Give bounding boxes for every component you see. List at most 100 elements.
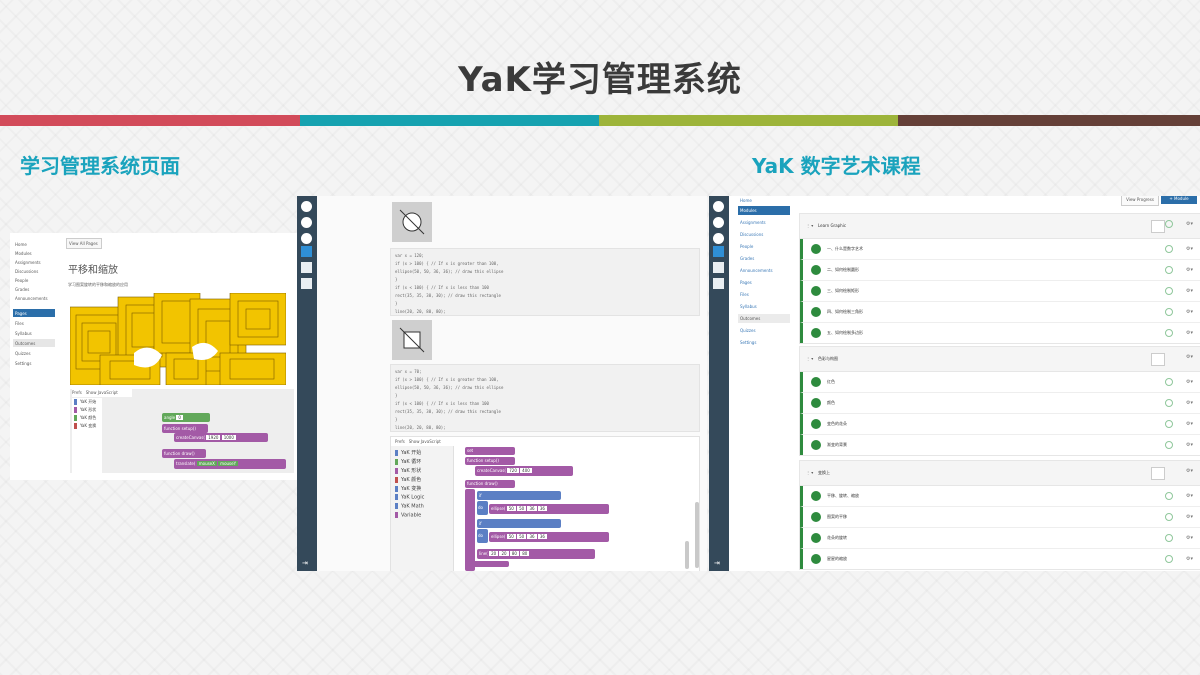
nav-modules[interactable]: Modules xyxy=(738,206,790,215)
ellipse2-w-value[interactable]: 36 xyxy=(527,534,537,539)
category-variable[interactable]: Variable xyxy=(395,512,421,519)
category-loop[interactable]: YaK 循环 xyxy=(395,458,421,465)
canvas-width-value[interactable]: 1920 xyxy=(206,435,221,440)
canvas-height-value[interactable]: 400 xyxy=(520,468,532,473)
settings-gear-icon[interactable]: ⚙▾ xyxy=(1186,468,1193,474)
nav-quizzes[interactable]: Quizzes xyxy=(738,326,790,335)
block-editor[interactable]: Prefs Show JavaScript YaK 开始 YaK 形状 YaK … xyxy=(70,389,294,473)
nav-files[interactable]: Files xyxy=(738,290,790,299)
publish-icon[interactable] xyxy=(1165,220,1173,228)
category-shape[interactable]: YaK 形状 xyxy=(74,407,96,413)
module-header[interactable]: ⋮ ▾ Learn Graphic ⚙▾ xyxy=(800,214,1200,239)
ellipse-w-value[interactable]: 36 xyxy=(527,506,537,511)
nav-pages[interactable]: Pages xyxy=(13,309,55,317)
settings-gear-icon[interactable]: ⚙▾ xyxy=(1186,246,1193,252)
module-item[interactable]: 平移、旋转、缩放 ⚙▾ xyxy=(800,486,1200,507)
add-item-button[interactable] xyxy=(1151,467,1165,480)
canvas-width-value[interactable]: 720 xyxy=(507,468,519,473)
nav-settings[interactable]: Settings xyxy=(13,359,55,367)
settings-gear-icon[interactable]: ⚙▾ xyxy=(1186,379,1193,385)
nav-discussions[interactable]: Discussions xyxy=(13,267,55,275)
module-header[interactable]: ⋮ ▾ 色彩与构图 ⚙▾ xyxy=(800,347,1200,372)
settings-gear-icon[interactable]: ⚙▾ xyxy=(1186,421,1193,427)
publish-icon[interactable] xyxy=(1165,245,1173,253)
module-item[interactable]: 三、如何绘制矩形 ⚙▾ xyxy=(800,281,1200,302)
ellipse2-y-value[interactable]: 50 xyxy=(517,534,527,539)
collapse-nav-icon[interactable]: ⇥ xyxy=(302,559,308,567)
publish-icon[interactable] xyxy=(1165,308,1173,316)
nav-announcements[interactable]: Announcements xyxy=(738,266,790,275)
category-transform[interactable]: YaK 变换 xyxy=(74,423,96,429)
nav-settings[interactable]: Settings xyxy=(738,338,790,347)
do-block-2[interactable]: do xyxy=(477,529,488,543)
publish-icon[interactable] xyxy=(1165,329,1173,337)
editor-scrollbar[interactable] xyxy=(685,541,689,569)
module-item[interactable]: 颜色 ⚙▾ xyxy=(800,393,1200,414)
setup-block[interactable]: function setup() xyxy=(162,424,208,433)
tab-prefs[interactable]: Prefs xyxy=(395,439,405,444)
inbox-icon[interactable] xyxy=(301,262,312,273)
draw-block[interactable]: function draw() xyxy=(465,480,515,488)
if-block-1[interactable]: if xyxy=(477,491,561,500)
courses-icon[interactable] xyxy=(301,233,312,244)
do-block-1[interactable]: do xyxy=(477,501,488,515)
vertical-scrollbar[interactable] xyxy=(695,502,699,568)
ellipse2-x-value[interactable]: 50 xyxy=(506,534,516,539)
nav-people[interactable]: People xyxy=(13,276,55,284)
settings-gear-icon[interactable]: ⚙▾ xyxy=(1186,442,1193,448)
publish-icon[interactable] xyxy=(1165,492,1173,500)
module-item[interactable]: 二、如何绘制圆形 ⚙▾ xyxy=(800,260,1200,281)
nav-files[interactable]: Files xyxy=(13,319,55,327)
category-shape[interactable]: YaK 形状 xyxy=(395,467,421,474)
view-progress-button[interactable]: View Progress xyxy=(1121,196,1159,206)
module-item[interactable]: 变色的花朵 ⚙▾ xyxy=(800,414,1200,435)
ellipse-x-value[interactable]: 50 xyxy=(506,506,516,511)
publish-icon[interactable] xyxy=(1165,534,1173,542)
calendar-icon[interactable] xyxy=(713,246,724,257)
publish-icon[interactable] xyxy=(1165,378,1173,386)
create-canvas-block[interactable]: createCanvas( 720 400 xyxy=(475,466,573,476)
nav-outcomes[interactable]: Outcomes xyxy=(13,339,55,347)
add-item-button[interactable] xyxy=(1151,220,1165,233)
module-item[interactable]: 渐变的背景 ⚙▾ xyxy=(800,435,1200,455)
drag-handle-icon[interactable]: ⋮ ▾ xyxy=(806,461,813,485)
module-item[interactable]: 红色 ⚙▾ xyxy=(800,372,1200,393)
publish-icon[interactable] xyxy=(1165,287,1173,295)
settings-gear-icon[interactable]: ⚙▾ xyxy=(1186,267,1193,273)
translate-y-value[interactable]: mouseY xyxy=(218,461,239,466)
setup-block[interactable]: function setup() xyxy=(465,457,515,465)
ellipse-h-value[interactable]: 36 xyxy=(537,506,547,511)
module-item[interactable]: 五、如何绘制多边形 ⚙▾ xyxy=(800,323,1200,343)
dashboard-icon[interactable] xyxy=(713,217,724,228)
if-block-outer[interactable] xyxy=(465,489,475,571)
translate-x-value[interactable]: mouseX xyxy=(196,461,217,466)
drag-handle-icon[interactable]: ⋮ ▾ xyxy=(806,347,813,371)
ellipse-block-1[interactable]: ellipse( 50 50 36 36 xyxy=(489,504,609,514)
settings-gear-icon[interactable]: ⚙▾ xyxy=(1186,514,1193,520)
line-x2-value[interactable]: 80 xyxy=(509,551,519,556)
ellipse-y-value[interactable]: 50 xyxy=(517,506,527,511)
nav-pages[interactable]: Pages xyxy=(738,278,790,287)
nav-assignments[interactable]: Assignments xyxy=(738,218,790,227)
view-all-pages-button[interactable]: View All Pages xyxy=(66,238,102,249)
nav-announcements[interactable]: Announcements xyxy=(13,294,55,302)
line-y1-value[interactable]: 20 xyxy=(499,551,509,556)
settings-gear-icon[interactable]: ⚙▾ xyxy=(1186,309,1193,315)
publish-icon[interactable] xyxy=(1165,513,1173,521)
module-item[interactable]: 图案的平移 ⚙▾ xyxy=(800,507,1200,528)
settings-gear-icon[interactable]: ⚙▾ xyxy=(1186,354,1193,360)
draw-block[interactable]: function draw() xyxy=(162,449,206,458)
calendar-icon[interactable] xyxy=(301,246,312,257)
ellipse-block-2[interactable]: ellipse( 50 50 36 36 xyxy=(489,532,609,542)
publish-icon[interactable] xyxy=(1165,420,1173,428)
nav-modules[interactable]: Modules xyxy=(13,249,55,257)
angle-block[interactable]: angle 0 xyxy=(162,413,210,422)
drag-handle-icon[interactable]: ⋮ ▾ xyxy=(806,214,813,238)
category-start[interactable]: YaK 开始 xyxy=(395,449,421,456)
account-icon[interactable] xyxy=(713,201,724,212)
settings-gear-icon[interactable]: ⚙▾ xyxy=(1186,400,1193,406)
module-header[interactable]: ⋮ ▾ 变换上 ⚙▾ xyxy=(800,461,1200,486)
set-block[interactable]: set xyxy=(465,447,515,455)
courses-icon[interactable] xyxy=(713,233,724,244)
collapse-nav-icon[interactable]: ⇥ xyxy=(714,559,720,567)
